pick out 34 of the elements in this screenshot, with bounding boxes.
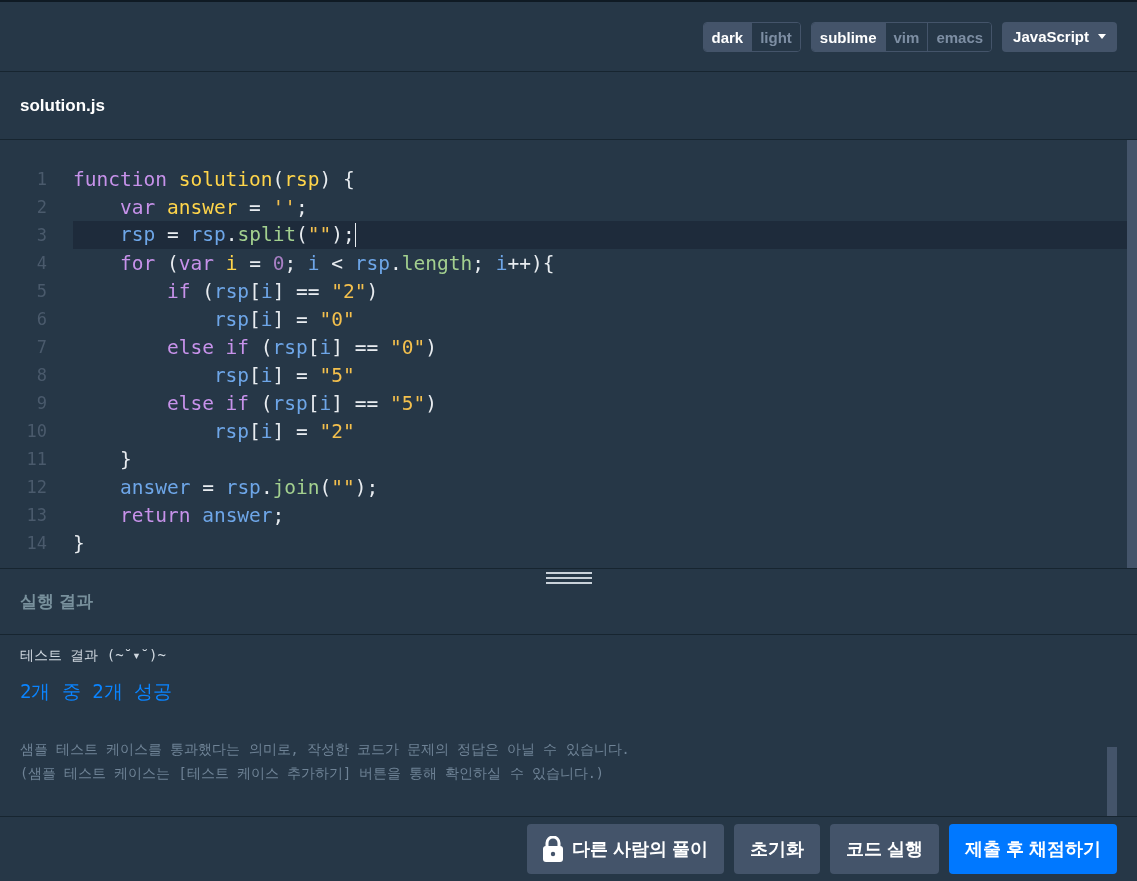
action-button[interactable]: 코드 실행 <box>829 824 939 874</box>
resize-handle-icon[interactable] <box>546 572 592 584</box>
caret-icon <box>1098 34 1106 39</box>
code-line: for (var i = 0; i < rsp.length; i++){ <box>118 251 555 275</box>
result-note: (샘플 테스트 케이스는 [테스트 케이스 추가하기] 버튼을 통해 확인하실 수 있습니다.) <box>20 764 605 783</box>
keymap-toggle[interactable]: sublime <box>811 22 885 51</box>
lock-icon <box>542 836 563 862</box>
code-line: var answer = ''; <box>118 195 308 219</box>
code-line: function solution(rsp) { <box>73 167 355 191</box>
code-line: } <box>73 531 85 555</box>
result-summary: 2개 중 2개 성공 <box>20 679 174 704</box>
code-line: rsp[i] = "5" <box>212 363 355 387</box>
code-line: if (rsp[i] == "2") <box>165 279 379 303</box>
code-line: rsp = rsp.split(""); <box>118 222 356 248</box>
panel-title: 실행 결과 <box>20 591 93 613</box>
scrollbar[interactable] <box>1107 747 1117 816</box>
theme-toggle[interactable]: light <box>751 22 800 51</box>
code-line: else if (rsp[i] == "0") <box>165 335 437 359</box>
theme-toggle[interactable]: dark <box>703 22 752 51</box>
result-note: 샘플 테스트 케이스를 통과했다는 의미로, 작성한 코드가 문제의 정답은 아닐 수 있습니다. <box>20 740 631 759</box>
file-tab[interactable]: solution.js <box>20 95 105 116</box>
code-line: return answer; <box>118 503 285 527</box>
result-heading: 테스트 결과 (~˘▾˘)~ <box>20 647 167 665</box>
keymap-toggle[interactable]: emacs <box>927 22 992 51</box>
code-line: } <box>118 447 132 471</box>
language-dropdown[interactable]: JavaScript <box>1002 21 1117 52</box>
code-line: answer = rsp.join(""); <box>118 475 379 499</box>
code-line: rsp[i] = "0" <box>212 307 355 331</box>
action-button[interactable]: 제출 후 채점하기 <box>949 824 1117 874</box>
code-line: else if (rsp[i] == "5") <box>165 391 437 415</box>
scrollbar[interactable] <box>1127 140 1137 568</box>
action-button[interactable]: 초기화 <box>733 824 820 874</box>
action-button[interactable]: 다른 사람의 풀이 <box>526 824 724 874</box>
code-line: rsp[i] = "2" <box>212 419 355 443</box>
